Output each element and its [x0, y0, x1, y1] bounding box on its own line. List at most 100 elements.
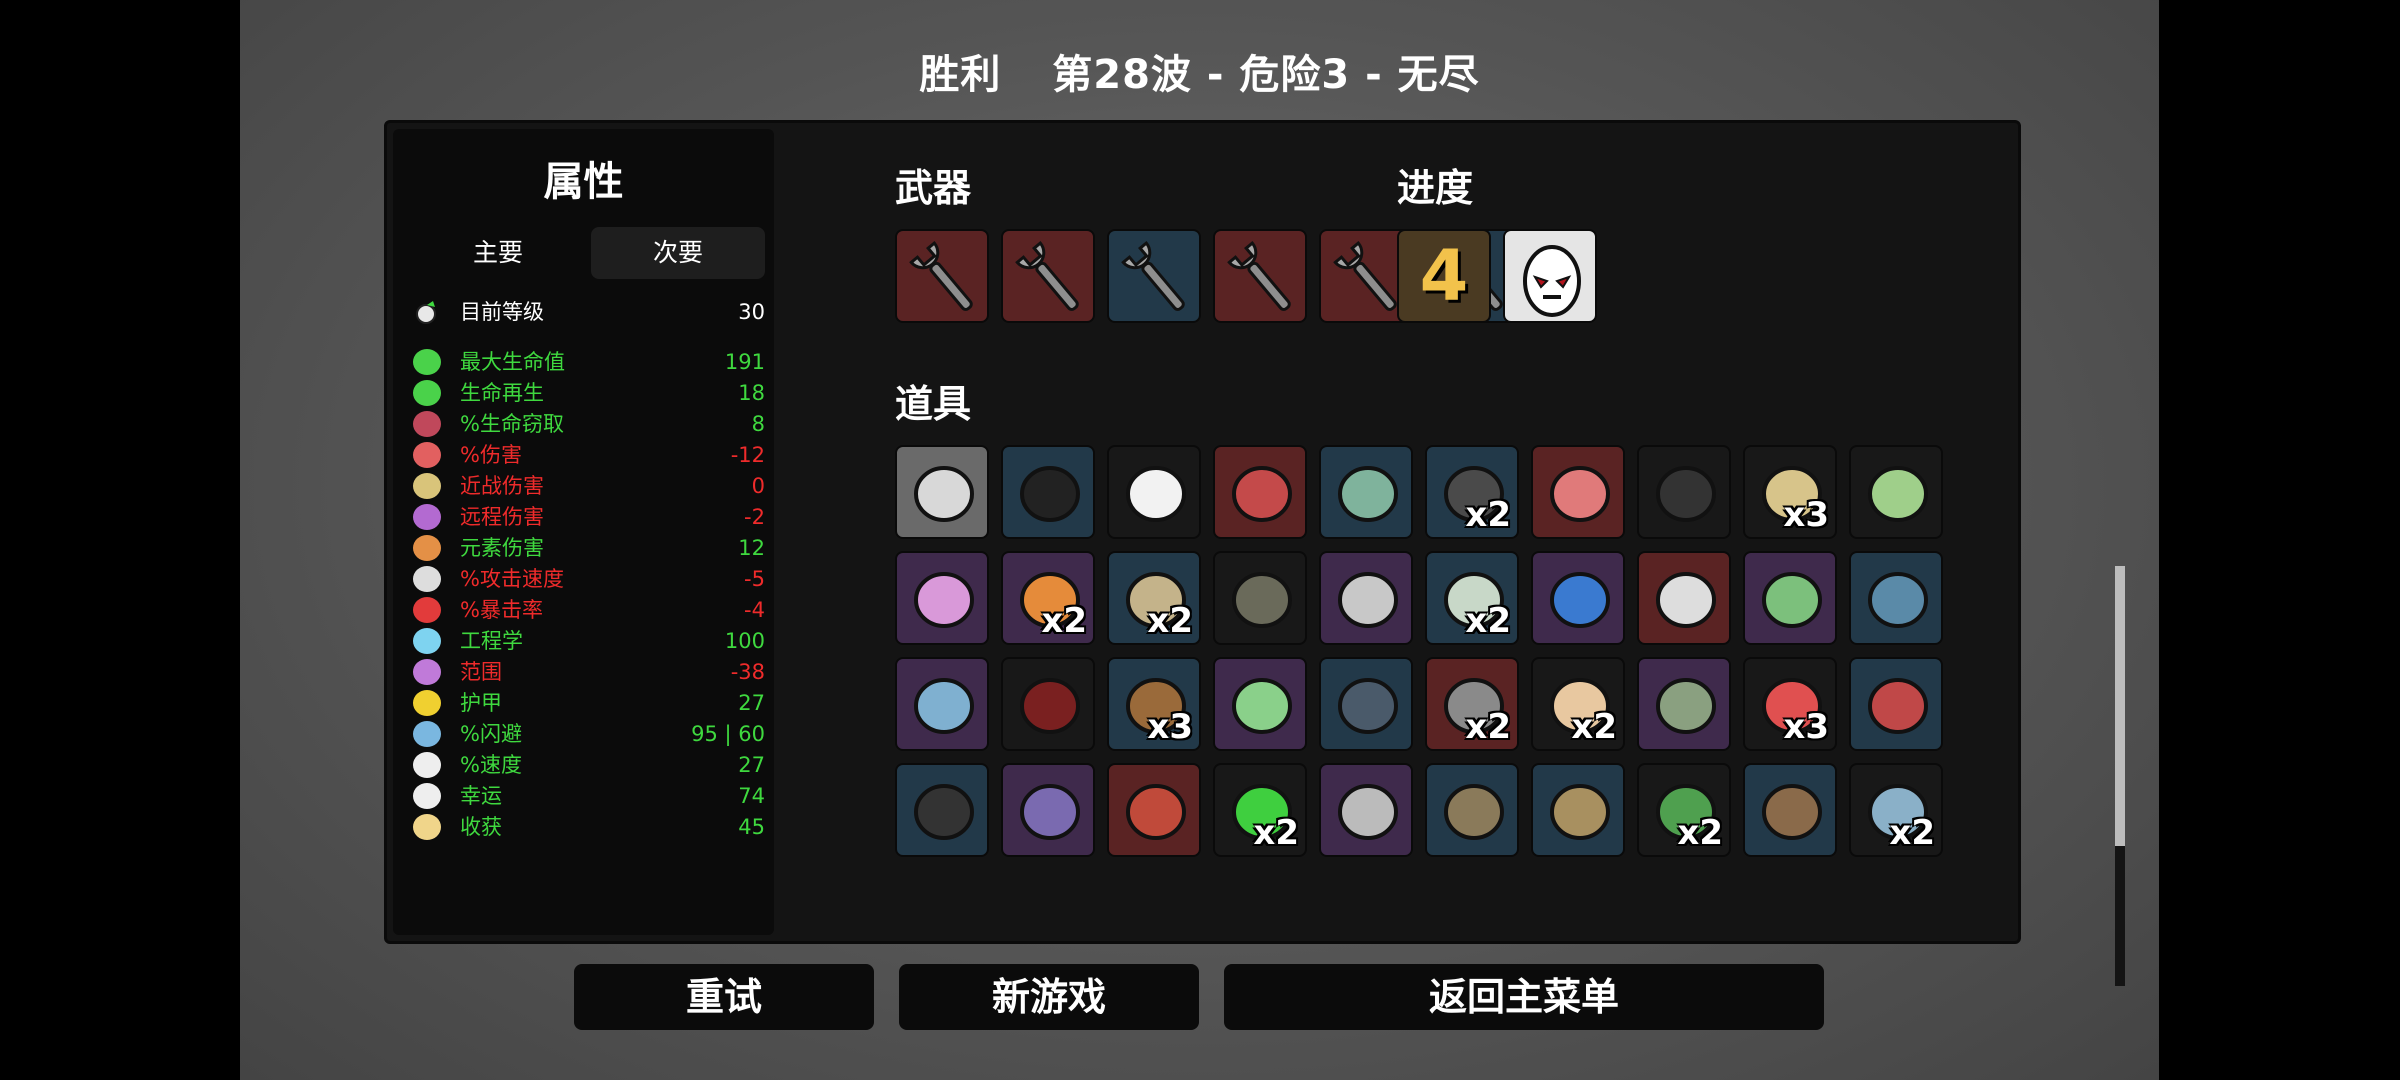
weapon-slot[interactable] [1107, 229, 1201, 323]
item-slot[interactable] [1319, 763, 1413, 857]
item-slot[interactable]: x2 [1001, 551, 1095, 645]
item-slot[interactable] [1531, 445, 1625, 539]
character-slot[interactable] [1503, 229, 1597, 323]
item-slot[interactable] [1107, 445, 1201, 539]
garden-bed-icon [1550, 784, 1610, 840]
item-slot[interactable] [1531, 551, 1625, 645]
stat-row[interactable]: 工程学 100 [413, 626, 765, 656]
item-slot[interactable] [1637, 657, 1731, 751]
item-slot[interactable]: x2 [1637, 763, 1731, 857]
item-slot[interactable] [1531, 763, 1625, 857]
stat-label: 远程伤害 [460, 505, 544, 529]
stat-value: 95 | 60 [691, 722, 765, 746]
item-slot[interactable] [895, 763, 989, 857]
item-slot[interactable]: x2 [1107, 551, 1201, 645]
item-slot[interactable]: x2 [1849, 763, 1943, 857]
item-slot[interactable]: x2 [1425, 551, 1519, 645]
stat-value: -38 [730, 660, 765, 684]
item-count: x3 [1783, 707, 1829, 747]
item-slot[interactable] [895, 445, 989, 539]
weapon-slot[interactable] [1001, 229, 1095, 323]
stat-row[interactable]: %攻击速度 -5 [413, 564, 765, 594]
item-slot[interactable] [1849, 657, 1943, 751]
item-slot[interactable] [895, 657, 989, 751]
weapon-slot[interactable] [895, 229, 989, 323]
danger-level-slot[interactable]: 4 [1397, 229, 1491, 323]
sword-icon [413, 473, 441, 499]
item-slot[interactable] [1001, 763, 1095, 857]
item-slot[interactable] [1001, 445, 1095, 539]
level-icon [413, 299, 441, 325]
stat-label: %闪避 [460, 722, 522, 746]
tab-primary[interactable]: 主要 [413, 227, 583, 279]
item-slot[interactable] [1319, 657, 1413, 751]
item-slot[interactable] [1001, 657, 1095, 751]
item-count: x2 [1253, 813, 1299, 853]
new-game-button[interactable]: 新游戏 [899, 964, 1199, 1030]
item-slot[interactable] [895, 551, 989, 645]
item-slot[interactable] [1213, 657, 1307, 751]
stat-value: -4 [744, 598, 765, 622]
stats-title: 属性 [543, 159, 624, 205]
item-slot[interactable]: x2 [1425, 657, 1519, 751]
stat-row[interactable]: 生命再生 18 [413, 378, 765, 408]
item-count: x2 [1465, 707, 1511, 747]
stat-row[interactable]: 元素伤害 12 [413, 533, 765, 563]
item-slot[interactable]: x3 [1743, 445, 1837, 539]
item-slot[interactable] [1743, 551, 1837, 645]
stat-row[interactable]: %速度 27 [413, 750, 765, 780]
stat-label: %伤害 [460, 443, 522, 467]
stat-row[interactable]: %伤害 -12 [413, 440, 765, 470]
item-slot[interactable]: x2 [1425, 445, 1519, 539]
stat-row[interactable]: %生命窃取 8 [413, 409, 765, 439]
turret-machine-icon [1338, 466, 1398, 522]
item-slot[interactable] [1107, 763, 1201, 857]
item-slot[interactable]: x3 [1743, 657, 1837, 751]
stat-row[interactable]: 收获 45 [413, 812, 765, 842]
helmet-icon [914, 466, 974, 522]
scrollbar-thumb[interactable] [2115, 566, 2125, 846]
item-slot[interactable] [1743, 763, 1837, 857]
item-scrollbar[interactable] [2115, 566, 2125, 986]
stat-row[interactable]: %暴击率 -4 [413, 595, 765, 625]
chameleon-icon [1232, 678, 1292, 734]
item-slot[interactable]: x2 [1213, 763, 1307, 857]
stat-row-level[interactable]: 目前等级 30 [413, 297, 765, 327]
scarf-icon [914, 784, 974, 840]
wrench-icon [1227, 240, 1291, 311]
item-slot[interactable] [1849, 445, 1943, 539]
stat-row[interactable]: 范围 -38 [413, 657, 765, 687]
stat-label: %生命窃取 [460, 412, 564, 436]
item-slot[interactable] [1213, 551, 1307, 645]
item-slot[interactable]: x2 [1531, 657, 1625, 751]
weapons-title: 武器 [895, 166, 972, 210]
item-slot[interactable]: x3 [1107, 657, 1201, 751]
item-slot[interactable] [1319, 445, 1413, 539]
tab-secondary[interactable]: 次要 [591, 227, 765, 279]
tardigrade-icon [1338, 572, 1398, 628]
crit-icon [413, 597, 441, 623]
zombie-head-icon [1656, 678, 1716, 734]
alien-baby-icon [1020, 784, 1080, 840]
item-slot[interactable] [1213, 445, 1307, 539]
item-slot[interactable] [1637, 551, 1731, 645]
weapon-slot[interactable] [1213, 229, 1307, 323]
retry-button[interactable]: 重试 [574, 964, 874, 1030]
stat-row[interactable]: 最大生命值 191 [413, 347, 765, 377]
run-result-title: 胜利 第28波 - 危险3 - 无尽 [240, 42, 2159, 100]
stat-value: 8 [751, 412, 765, 436]
game-over-screen: 胜利 第28波 - 危险3 - 无尽 属性 主要 次要 目前等级 30 最大生命… [240, 0, 2159, 1080]
item-slot[interactable] [1425, 763, 1519, 857]
stat-row[interactable]: %闪避 95 | 60 [413, 719, 765, 749]
stat-value: -12 [730, 443, 765, 467]
item-slot[interactable] [1637, 445, 1731, 539]
muscle-icon [413, 442, 441, 468]
stat-row[interactable]: 幸运 74 [413, 781, 765, 811]
stat-row[interactable]: 护甲 27 [413, 688, 765, 718]
fangs-icon [413, 411, 441, 437]
item-slot[interactable] [1849, 551, 1943, 645]
stat-row[interactable]: 近战伤害 0 [413, 471, 765, 501]
stat-row[interactable]: 远程伤害 -2 [413, 502, 765, 532]
main-menu-button[interactable]: 返回主菜单 [1224, 964, 1824, 1030]
item-slot[interactable] [1319, 551, 1413, 645]
